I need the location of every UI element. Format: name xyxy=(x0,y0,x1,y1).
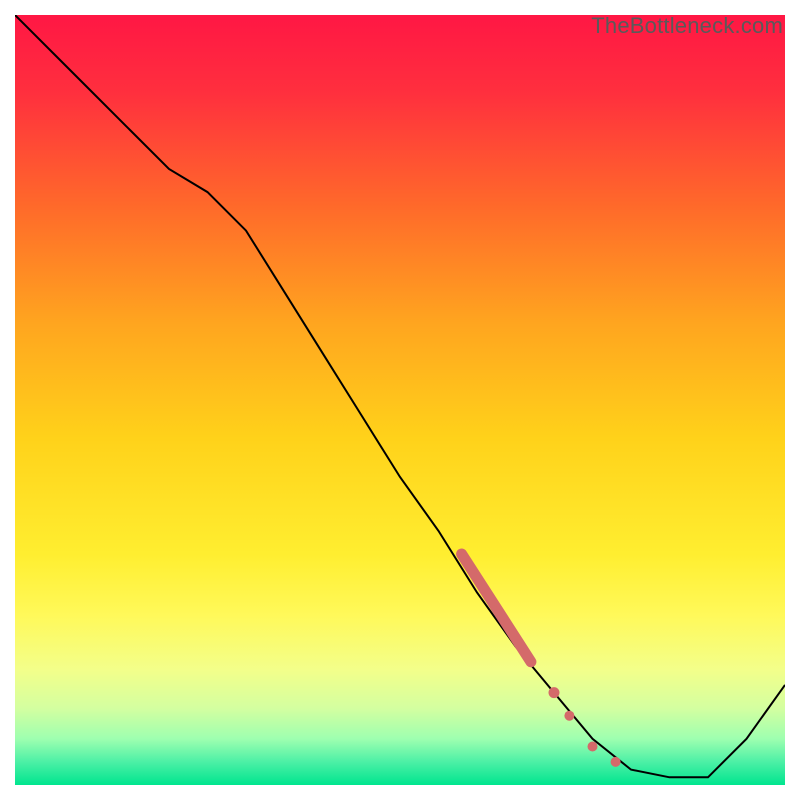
highlight-dot xyxy=(564,711,574,721)
bottleneck-curve xyxy=(15,15,785,777)
watermark-text: TheBottleneck.com xyxy=(591,13,783,39)
plot-area: TheBottleneck.com xyxy=(15,15,785,785)
highlight-dot xyxy=(588,742,598,752)
highlight-dot xyxy=(611,757,621,767)
chart-container: TheBottleneck.com xyxy=(0,0,800,800)
line-layer xyxy=(15,15,785,785)
highlight-dot xyxy=(549,687,560,698)
highlight-band xyxy=(462,554,531,662)
